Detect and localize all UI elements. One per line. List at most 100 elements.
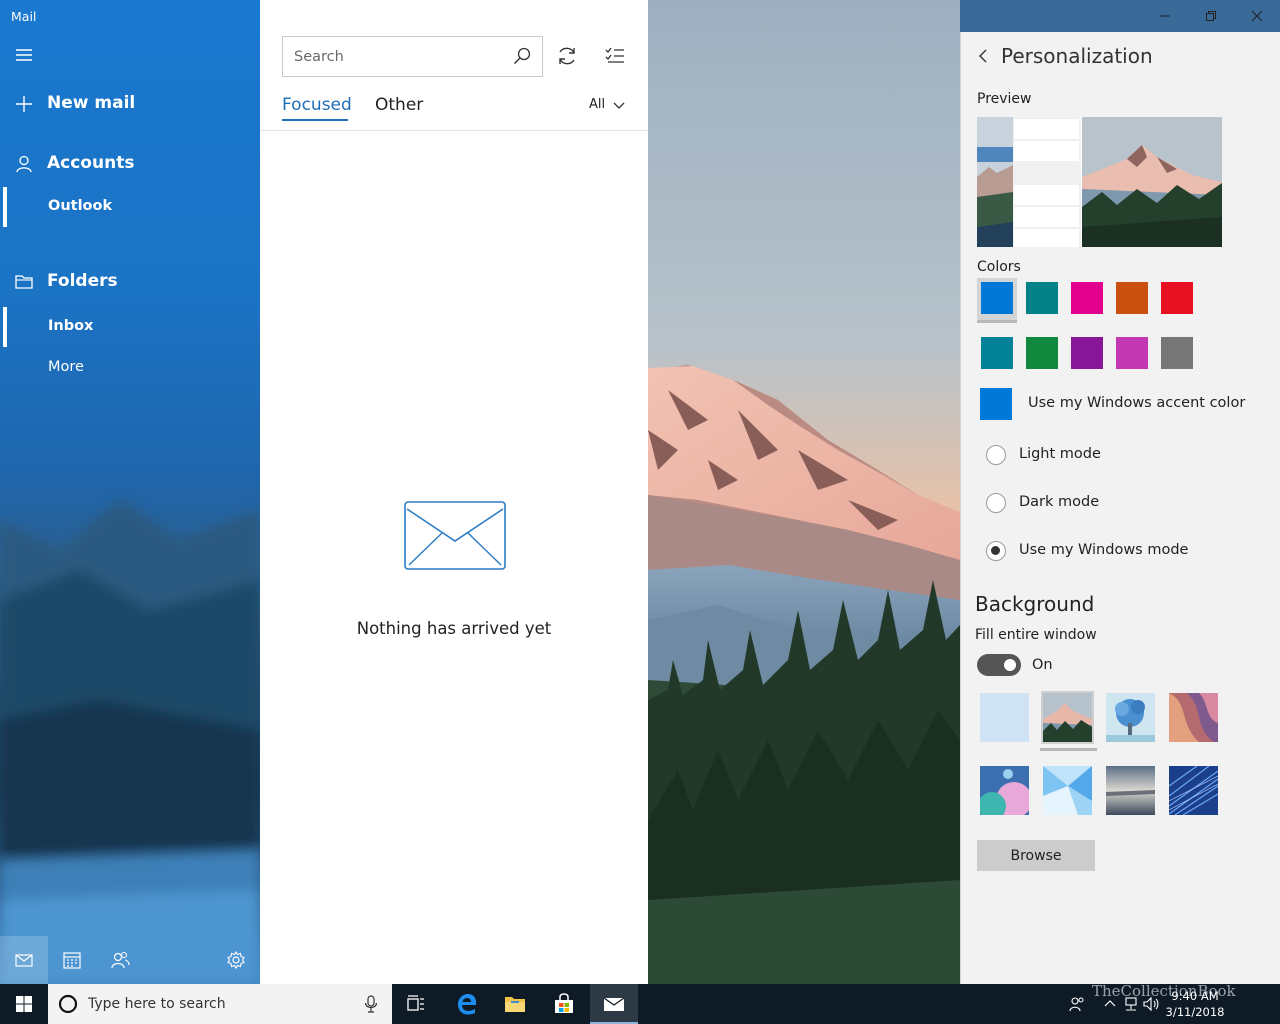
close-button[interactable] (1234, 0, 1280, 32)
filter-label: All (589, 97, 606, 112)
color-swatch[interactable] (1067, 278, 1107, 323)
folder-icon (505, 997, 525, 1012)
color-swatch[interactable] (1067, 333, 1107, 378)
background-thumb-blue-crystal[interactable] (1041, 764, 1094, 817)
folders-label: Folders (47, 271, 118, 291)
reading-pane (648, 0, 960, 984)
color-swatch[interactable] (977, 278, 1017, 323)
people-tray-icon[interactable] (1068, 995, 1086, 1013)
clock-date: 3/11/2018 (1165, 1005, 1225, 1019)
background-thumb-blue-streaks[interactable] (1167, 764, 1220, 817)
start-button[interactable] (0, 984, 48, 1024)
color-swatch-fill (1026, 282, 1058, 314)
background-thumb-planets[interactable] (978, 764, 1031, 817)
color-swatch-fill (981, 337, 1013, 369)
radio-dark-mode[interactable] (986, 493, 1006, 513)
hamburger-menu-icon[interactable] (14, 46, 34, 64)
microphone-icon[interactable] (364, 995, 378, 1013)
use-accent-label: Use my Windows accent color (1028, 395, 1246, 411)
color-swatch[interactable] (1022, 333, 1062, 378)
store-button[interactable] (540, 984, 588, 1024)
color-swatch[interactable] (1112, 333, 1152, 378)
store-bag-icon (555, 993, 573, 1013)
color-swatch[interactable] (1112, 278, 1152, 323)
color-swatch[interactable] (1157, 333, 1197, 378)
panel-title: Personalization (1001, 44, 1153, 68)
file-explorer-button[interactable] (491, 984, 539, 1024)
selected-background-indicator (1040, 748, 1097, 751)
taskbar-search-placeholder: Type here to search (88, 996, 226, 1012)
color-swatch[interactable] (977, 333, 1017, 378)
background-thumb-light-blue[interactable] (978, 691, 1031, 744)
tab-focused[interactable]: Focused (282, 95, 352, 115)
system-clock[interactable]: 9:40 AM 3/11/2018 (1160, 988, 1230, 1020)
chevron-up-icon[interactable] (1103, 997, 1117, 1011)
restore-button[interactable] (1188, 0, 1234, 32)
blue-tree-thumbnail (1106, 693, 1155, 742)
gear-icon (227, 950, 245, 970)
more-label: More (48, 359, 84, 375)
toggle-state-label: On (1032, 657, 1053, 673)
filter-dropdown[interactable]: All (589, 97, 625, 112)
folder-item-inbox[interactable]: Inbox (0, 307, 260, 347)
sunset-horizon-thumbnail (1106, 766, 1155, 815)
theme-preview (977, 117, 1222, 247)
edge-browser-button[interactable] (443, 984, 491, 1024)
accounts-button[interactable]: Accounts (0, 144, 260, 184)
background-thumb-blue-tree[interactable] (1104, 691, 1157, 744)
network-icon[interactable] (1122, 995, 1140, 1013)
personalization-panel: Personalization Preview Colors Use my Wi… (960, 32, 1280, 984)
task-view-button[interactable] (392, 984, 440, 1024)
person-icon (16, 155, 32, 173)
calendar-switch-button[interactable] (48, 936, 96, 984)
folder-item-more[interactable]: More (0, 348, 260, 388)
account-item-outlook[interactable]: Outlook (0, 187, 260, 227)
windows-mode-label: Use my Windows mode (1019, 542, 1189, 558)
envelope-icon (404, 501, 506, 570)
divider (260, 130, 648, 131)
minimize-icon (1160, 15, 1170, 17)
clock-time: 9:40 AM (1171, 989, 1219, 1003)
background-thumb-canyon[interactable] (1167, 691, 1220, 744)
new-mail-button[interactable]: New mail (0, 84, 260, 124)
volume-icon[interactable] (1142, 995, 1160, 1013)
search-box (282, 36, 543, 77)
color-swatch-fill (981, 282, 1013, 314)
background-heading: Background (975, 592, 1095, 616)
search-icon[interactable] (512, 46, 532, 66)
sidebar-background-image (0, 500, 260, 984)
color-swatch-fill (1116, 282, 1148, 314)
color-swatch[interactable] (1157, 278, 1197, 323)
theme-preview-image (977, 117, 1222, 247)
folder-icon (15, 275, 33, 289)
color-swatch-fill (1071, 337, 1103, 369)
navigation-pane: Mail New mail Accounts Outlook Folders I… (0, 0, 260, 984)
tab-indicator (282, 119, 348, 121)
sync-icon[interactable] (555, 44, 579, 68)
mail-switch-button[interactable] (0, 936, 48, 984)
minimize-button[interactable] (1142, 0, 1188, 32)
mountain-thumbnail (1043, 693, 1092, 742)
background-thumb-sunset-horizon[interactable] (1104, 764, 1157, 817)
settings-button[interactable] (212, 936, 260, 984)
mail-app-button[interactable] (590, 984, 638, 1024)
back-arrow-icon[interactable] (975, 47, 991, 65)
close-icon (1252, 11, 1262, 21)
tab-other[interactable]: Other (375, 95, 423, 115)
search-input[interactable] (283, 37, 503, 76)
selection-mode-icon[interactable] (603, 44, 627, 68)
windows-accent-swatch[interactable] (980, 388, 1012, 420)
folders-button[interactable]: Folders (0, 262, 260, 302)
taskbar-search-box[interactable]: Type here to search (48, 984, 392, 1024)
radio-light-mode[interactable] (986, 445, 1006, 465)
browse-button[interactable]: Browse (977, 840, 1095, 871)
app-switcher-bar (0, 936, 260, 984)
inbox-label: Inbox (48, 318, 94, 334)
people-switch-button[interactable] (96, 936, 144, 984)
restore-icon (1206, 11, 1216, 21)
background-thumb-mountain[interactable] (1041, 691, 1094, 744)
app-title: Mail (11, 9, 37, 24)
fill-window-toggle[interactable] (977, 654, 1021, 676)
radio-windows-mode[interactable] (986, 541, 1006, 561)
color-swatch[interactable] (1022, 278, 1062, 323)
